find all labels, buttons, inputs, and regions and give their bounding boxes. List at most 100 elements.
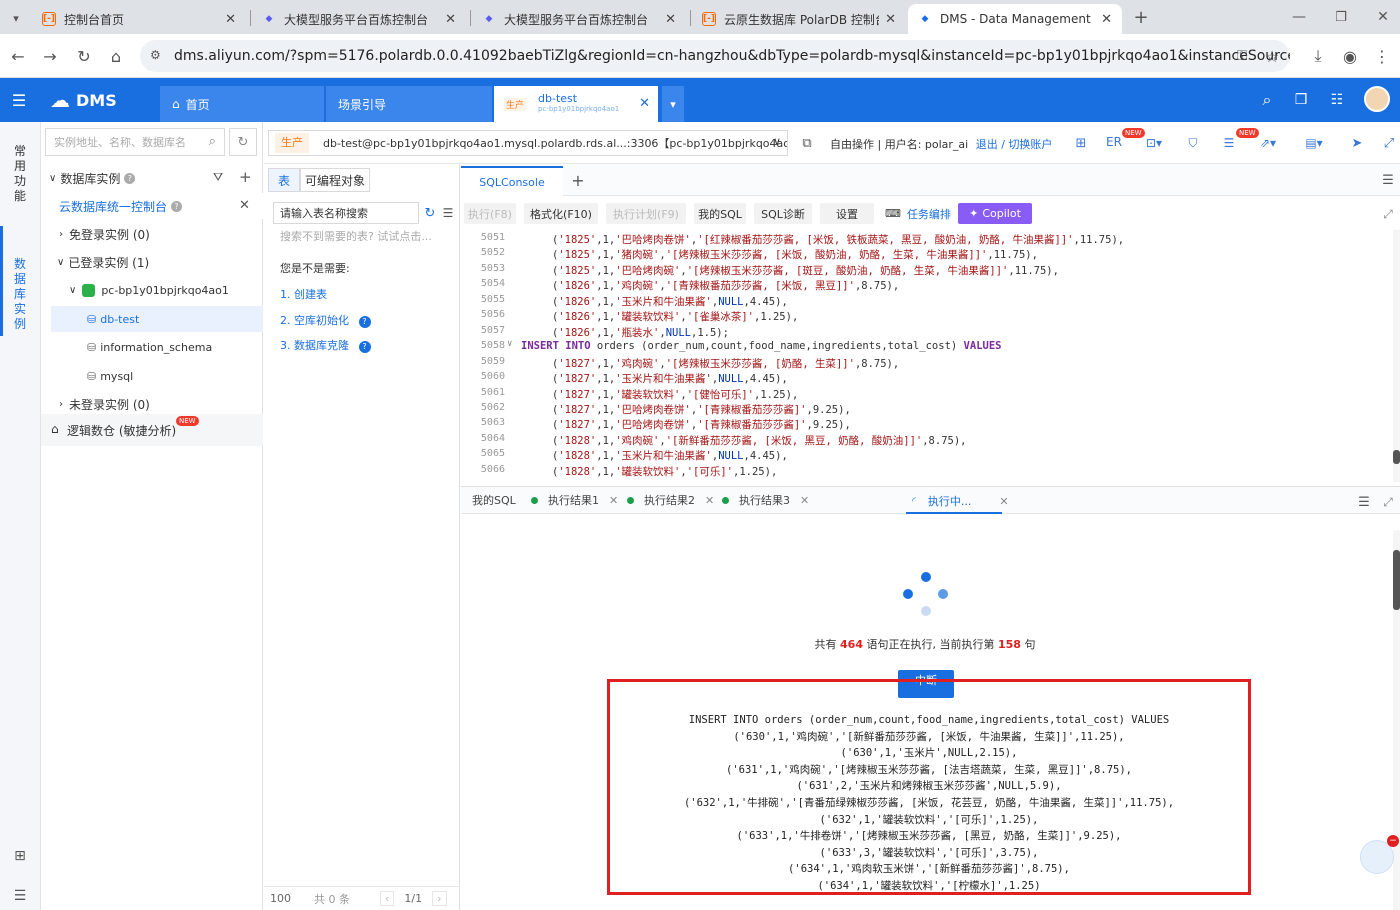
connection-selector[interactable]: 生产 db-test@pc-bp1y01bpjrkqo4ao1.mysql.po… — [268, 130, 788, 156]
browser-tab-dms[interactable]: ◆ DMS - Data Management Se ✕ — [908, 4, 1122, 34]
bookmark-star-icon[interactable]: ☆ — [1260, 44, 1284, 68]
result-tab-2[interactable]: 执行结果2 ✕ — [627, 490, 714, 510]
list-options-icon[interactable]: ☰ — [440, 205, 456, 221]
document-icon[interactable]: ☰ — [1220, 134, 1238, 152]
copilot-button[interactable]: ✦ Copilot — [958, 203, 1032, 224]
home-icon[interactable]: ⌂ — [104, 44, 128, 68]
refresh-icon[interactable]: ↻ — [422, 205, 438, 221]
sql-diagnose-button[interactable]: SQL诊断 — [754, 203, 812, 224]
next-page-icon[interactable]: › — [432, 891, 447, 906]
editor-menu-icon[interactable]: ☰ — [1379, 172, 1397, 188]
sidebar-common-functions[interactable]: 常用功能 — [13, 144, 27, 204]
dms-logo[interactable]: ☁ DMS — [50, 86, 117, 114]
site-info-icon[interactable]: ⚙ — [150, 48, 161, 62]
sql-editor[interactable]: 5051 ('1825',1,'巴哈烤肉卷饼','[红辣椒番茄莎莎酱, [米饭, … — [461, 230, 1391, 482]
hamburger-menu-icon[interactable]: ☰ — [8, 90, 30, 110]
add-icon[interactable]: + — [239, 168, 252, 186]
result-tab-3[interactable]: 执行结果3 ✕ — [722, 490, 809, 510]
tab-sqlconsole[interactable]: SQLConsole — [461, 166, 563, 196]
fullscreen-icon[interactable]: ⤢ — [1380, 134, 1398, 152]
instance-search-input[interactable]: 实例地址、名称、数据库名 ⌕ — [45, 128, 225, 156]
tab-programmable-objects[interactable]: 可编程对象 — [300, 168, 370, 192]
prev-page-icon[interactable]: ‹ — [380, 891, 395, 906]
close-icon[interactable]: ✕ — [445, 12, 456, 27]
settings-button[interactable]: 设置 — [820, 203, 874, 224]
expand-icon[interactable]: ⤢ — [1380, 494, 1396, 510]
password-key-icon[interactable]: ⚿ — [1230, 44, 1254, 68]
console-link-row[interactable]: 云数据库统一控制台 ? ✕ — [41, 193, 263, 219]
help-icon[interactable]: ? — [171, 200, 183, 212]
db-instance-section-header[interactable]: ∨ 数据库实例 ? ⛛ + — [41, 165, 263, 191]
profile-icon[interactable]: ◉ — [1338, 44, 1362, 68]
close-icon[interactable]: ✕ — [239, 198, 250, 213]
close-icon[interactable]: ✕ — [225, 12, 236, 27]
init-db-link[interactable]: 2. 空库初始化 — [280, 314, 349, 327]
share-dropdown-icon[interactable]: ⇗▾ — [1254, 134, 1282, 152]
close-icon[interactable]: ✕ — [999, 495, 1008, 508]
browser-tab-polardb[interactable]: [-] 云原生数据库 PolarDB 控制台 ✕ — [692, 4, 906, 34]
avatar[interactable] — [1364, 86, 1390, 112]
minus-badge-icon[interactable]: − — [1387, 835, 1399, 847]
browser-tab-bailian-2[interactable]: ◆ 大模型服务平台百炼控制台 ✕ — [472, 4, 686, 34]
format-button[interactable]: 格式化(F10) — [524, 203, 598, 224]
sidebar-db-instances[interactable]: 数据库实例 — [13, 257, 27, 332]
explain-plan-button[interactable]: 执行计划(F9) — [606, 203, 686, 224]
task-orchestration-button[interactable]: ⌨ 任务编排 — [882, 203, 954, 224]
close-icon[interactable]: ✕ — [705, 494, 714, 507]
close-icon[interactable]: ✕ — [800, 494, 809, 507]
reload-icon[interactable]: ↻ — [72, 44, 96, 68]
expand-icon[interactable]: ⤢ — [1380, 206, 1396, 222]
filter-icon[interactable]: ⛛ — [213, 170, 223, 185]
back-icon[interactable]: ← — [6, 44, 30, 68]
list-menu-icon[interactable]: ☰ — [10, 886, 30, 906]
close-icon[interactable]: ✕ — [885, 12, 896, 27]
search-icon[interactable]: ⌕ — [209, 134, 216, 149]
help-icon[interactable]: ? — [124, 172, 136, 184]
refresh-icon[interactable]: ↻ — [229, 128, 257, 156]
minimize-icon[interactable]: — — [1288, 6, 1310, 28]
fold-chevron-icon[interactable]: ∨ — [507, 339, 512, 349]
close-icon[interactable]: ✕ — [609, 494, 618, 507]
docs-icon[interactable]: ❒ — [1290, 90, 1312, 110]
tab-search-icon[interactable]: ▾ — [6, 8, 26, 28]
browser-tab-bailian-1[interactable]: ◆ 大模型服务平台百炼控制台 ✕ — [252, 4, 466, 34]
page-size-select[interactable]: 100 — [270, 892, 310, 905]
help-icon[interactable]: ? — [358, 340, 371, 353]
forward-icon[interactable]: → — [38, 44, 62, 68]
table-search-input[interactable]: 请输入表名称搜索 — [273, 202, 419, 224]
tree-mysql[interactable]: ⛁ mysql — [41, 363, 263, 389]
tree-instance-node[interactable]: ∨ pc-bp1y01bpjrkqo4ao1 — [41, 277, 263, 303]
results-scrollbar[interactable] — [1393, 530, 1400, 910]
console-link[interactable]: 云数据库统一控制台 — [59, 198, 167, 215]
tree-nologin-instances[interactable]: › 免登录实例 (0) — [41, 221, 263, 247]
search-icon[interactable]: ⌕ — [1256, 90, 1278, 110]
download-icon[interactable]: ⤓ — [1306, 44, 1330, 68]
app-tab-scenario[interactable]: 场景引导 — [326, 86, 492, 122]
new-tab-icon[interactable]: + — [1130, 6, 1152, 28]
copy-icon[interactable]: ⧉ — [798, 134, 816, 152]
url-field[interactable]: ⚙ dms.aliyun.com/?spm=5176.polardb.0.0.4… — [140, 40, 1290, 72]
add-tab-icon[interactable]: + — [569, 170, 587, 190]
result-tab-1[interactable]: 执行结果1 ✕ — [531, 490, 618, 510]
editor-scrollbar[interactable] — [1393, 230, 1400, 482]
result-tab-my-sql[interactable]: 我的SQL — [472, 490, 516, 510]
switch-account-link[interactable]: 切换账户 — [1008, 138, 1052, 151]
menu-kebab-icon[interactable]: ⋮ — [1370, 44, 1394, 68]
close-icon[interactable]: ✕ — [665, 12, 676, 27]
table-grid-icon[interactable]: ⊞ — [1072, 134, 1090, 152]
tickets-icon[interactable]: ☷ — [1326, 90, 1348, 110]
tab-overflow-chevron-icon[interactable]: ▾ — [662, 86, 684, 122]
logout-link[interactable]: 退出 — [976, 138, 998, 151]
close-window-icon[interactable]: ✕ — [1372, 6, 1394, 28]
help-icon[interactable]: ? — [358, 315, 371, 328]
er-diagram-button[interactable]: ER — [1106, 135, 1122, 149]
my-sql-button[interactable]: 我的SQL — [694, 203, 746, 224]
scrollbar-thumb[interactable] — [1393, 450, 1400, 464]
results-menu-icon[interactable]: ☰ — [1356, 494, 1372, 510]
app-tab-home[interactable]: ⌂ 首页 — [160, 86, 324, 122]
execute-button[interactable]: 执行(F8) — [464, 203, 516, 224]
security-shield-icon[interactable]: ⛉ — [1184, 134, 1202, 152]
export-dropdown-icon[interactable]: ⊡▾ — [1140, 134, 1168, 152]
assistant-bot-avatar[interactable]: − — [1360, 835, 1399, 874]
create-table-link[interactable]: 1. 创建表 — [280, 286, 327, 302]
